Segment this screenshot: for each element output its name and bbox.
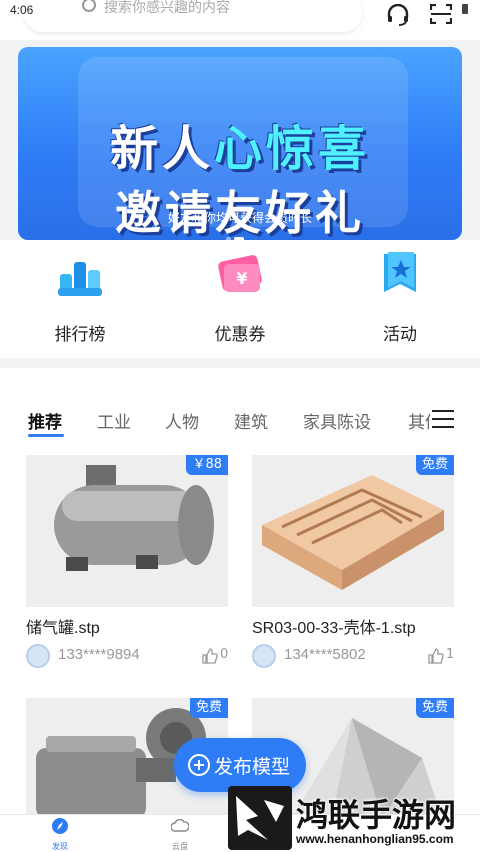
publish-model-button[interactable]: 发布模型 [174, 738, 306, 792]
watermark-url: www.henanhonglian95.com [296, 832, 454, 846]
model-card[interactable]: 免费 SR03-00-33-壳体-1.stp 134****5802 1 [252, 455, 454, 668]
tank-model-image [54, 465, 214, 571]
banner-headline-1b: 心惊喜 [214, 121, 371, 177]
user-name[interactable]: 134****5802 [284, 646, 366, 663]
publish-model-label: 发布模型 [214, 756, 291, 778]
headset-icon[interactable] [386, 4, 410, 26]
model-thumbnail[interactable]: ￥88 [26, 455, 228, 607]
banner-pagination [226, 226, 254, 260]
quick-item-coupon[interactable]: ¥ 优惠券 [190, 248, 290, 345]
like-count: 1 [446, 647, 455, 662]
model-thumbnail[interactable]: 免费 [252, 455, 454, 607]
quick-label-activity: 活动 [383, 325, 417, 345]
watermark-logo [228, 786, 292, 850]
quick-item-ranking[interactable]: 排行榜 [30, 248, 130, 345]
free-badge: 免费 [415, 698, 454, 718]
site-watermark: 鸿联手游网 www.henanhonglian95.com [228, 786, 480, 852]
banner-headline-1: 新人心惊喜 [18, 109, 462, 179]
tab-underline [28, 434, 64, 437]
tab-people[interactable]: 人物 [165, 408, 199, 433]
model-title: 储气罐.stp [26, 620, 100, 637]
coupon-icon: ¥ [218, 255, 262, 292]
tab-cloud-drive[interactable]: 云盘 [150, 817, 210, 852]
quick-label-coupon: 优惠券 [214, 325, 266, 345]
model-meta: 133****9894 0 [26, 644, 228, 668]
user-name[interactable]: 133****9894 [58, 646, 140, 663]
free-badge: 免费 [189, 698, 228, 718]
search-input[interactable]: 搜索你感兴趣的内容 [24, 0, 362, 32]
top-bar: 搜索你感兴趣的内容 4:06 [0, 0, 480, 40]
tab-industry[interactable]: 工业 [97, 408, 131, 433]
model-card[interactable]: ￥88 储气罐.stp 133****9894 0 [26, 455, 228, 668]
cloud-icon [170, 818, 190, 832]
quick-entries: 排行榜 ¥ 优惠券 活动 [0, 240, 480, 358]
thumbs-up-icon[interactable] [428, 648, 444, 664]
tab-label-discover: 发现 [52, 842, 68, 851]
plus-circle-icon [188, 754, 210, 776]
tab-label-cloud-drive: 云盘 [172, 842, 188, 851]
menu-icon[interactable] [432, 410, 454, 428]
compass-icon [52, 818, 68, 834]
tab-architecture[interactable]: 建筑 [234, 408, 268, 433]
scan-icon[interactable] [430, 4, 452, 24]
battery-icon [462, 4, 468, 14]
price-badge: ￥88 [186, 455, 228, 475]
tab-other[interactable]: 其他 [408, 408, 430, 433]
ranking-icon [58, 262, 102, 296]
thumbs-up-icon[interactable] [202, 648, 218, 664]
avatar[interactable] [26, 644, 50, 668]
free-badge: 免费 [415, 455, 454, 475]
search-icon [82, 0, 96, 12]
svg-text:¥: ¥ [236, 269, 247, 288]
tab-discover[interactable]: 发现 [30, 817, 90, 852]
avatar[interactable] [252, 644, 276, 668]
quick-label-ranking: 排行榜 [54, 325, 106, 345]
housing-model-image [262, 475, 444, 590]
tab-recommended[interactable]: 推荐 [28, 408, 62, 433]
category-tabs: 推荐 工业 人物 建筑 家具陈设 其他 [0, 368, 480, 458]
model-meta: 134****5802 1 [252, 644, 454, 668]
status-time: 4:06 [10, 3, 34, 17]
search-placeholder: 搜索你感兴趣的内容 [104, 0, 230, 16]
quick-item-activity[interactable]: 活动 [350, 248, 450, 345]
like-count: 0 [220, 647, 229, 662]
banner-caption: 好友和你均可获得会员时长 [167, 211, 312, 225]
tab-furniture[interactable]: 家具陈设 [303, 408, 371, 433]
watermark-title: 鸿联手游网 [296, 796, 457, 834]
model-title: SR03-00-33-壳体-1.stp [252, 620, 416, 637]
activity-icon [384, 252, 416, 292]
banner-headline-1a: 新人 [109, 121, 214, 177]
